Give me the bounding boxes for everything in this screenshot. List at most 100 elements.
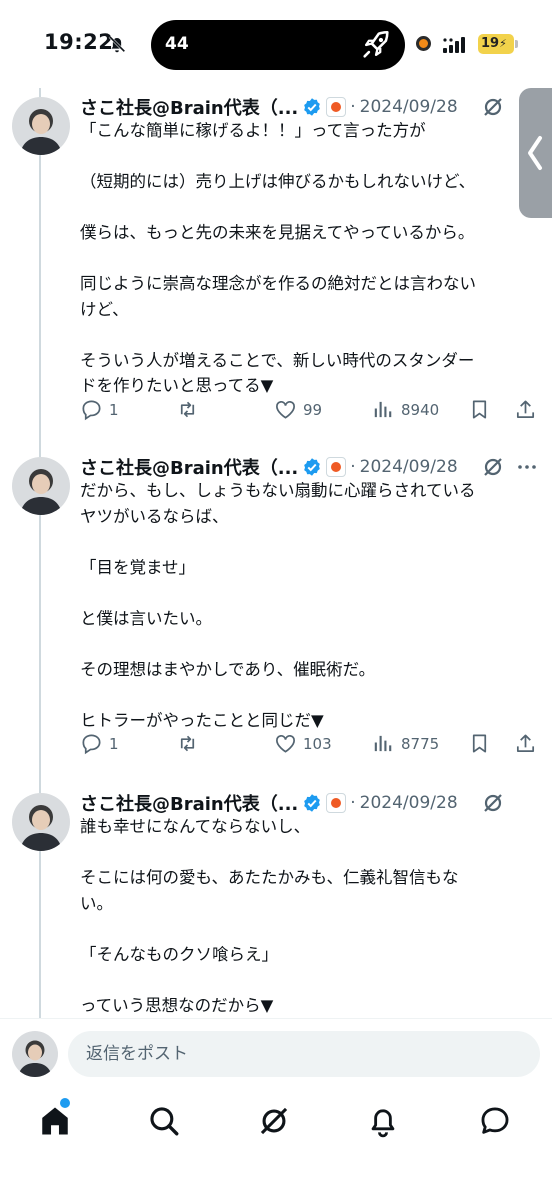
tweet-line: 「こんな簡単に稼げるよ！！」って言った方が [80,121,426,140]
grok-icon [260,1107,288,1135]
my-avatar[interactable] [12,1031,58,1077]
signal-icon [443,37,465,53]
reply-icon [82,734,101,755]
reply-count: 1 [109,734,119,753]
line-gap [80,322,530,348]
charging-bolt: ⚡ [499,37,507,50]
tweet-line: 「そんなものクソ喰らえ」 [80,944,278,964]
tweet-line: と僕は言いたい。 [80,608,212,628]
tweet-line: だから、もし、しょうもない扇動に心躍らされている [80,481,476,500]
grok-icon[interactable] [481,95,505,119]
more-options-icon[interactable] [515,455,539,479]
battery-icon: 19⚡ [478,34,518,54]
bookmark-icon [472,734,487,753]
line-gap [80,967,530,993]
like-button[interactable]: 99 [274,398,322,421]
reply-input[interactable]: 返信をポスト [68,1031,540,1077]
view-count: 8775 [401,734,440,753]
tweet-line: そういう人が増えることで、新しい時代のスタンダー [80,350,475,370]
nav-search[interactable] [147,1104,181,1138]
views-icon [374,735,392,752]
reply-button[interactable]: 1 [80,732,119,755]
verified-badge-icon [304,458,321,476]
tweet-actions: 1 99 8940 [80,398,540,428]
retweet-button[interactable] [176,732,205,755]
nav-notifications[interactable] [366,1104,400,1138]
tweet-line: っていう思想なのだから▼ [80,995,274,1015]
share-button[interactable] [514,732,537,755]
thread-line [39,88,41,1020]
status-bar: 19:22 44 19⚡ [0,0,552,88]
share-icon [516,400,535,419]
island-counter: 44 [165,34,189,54]
tweet-line: ヤツがいるならば、 [80,506,229,526]
retweet-button[interactable] [176,398,205,421]
view-count: 8940 [401,400,440,419]
grok-icon[interactable] [481,791,505,815]
separator-dot: · [350,457,356,477]
avatar[interactable] [12,793,70,851]
tweet-line: い。 [80,893,113,913]
verified-badge-icon [304,98,321,116]
tweet-line: そこには何の愛も、あたたかみも、仁義礼智信もな [80,868,459,887]
author-name[interactable]: さこ社長@Brain代表（... [80,94,298,120]
line-gap [80,195,530,221]
like-count: 99 [303,400,323,419]
separator-dot: · [350,97,356,117]
dynamic-island[interactable]: 44 [151,20,405,70]
bookmark-button[interactable] [468,398,491,421]
bell-off-icon [108,35,126,53]
tweet-line: 同じように崇高な理念がを作るの絶対だとは言わない [80,274,476,293]
tweet-actions: 1 103 8775 [80,732,540,762]
rocket-icon [363,30,389,58]
tweet-line: ドを作りたいと思ってる▼ [80,376,274,395]
separator-dot: · [350,793,356,813]
reply-bar: 返信をポスト [0,1018,552,1088]
tweet-line: その理想はまやかしであり、催眠術だ。 [80,659,376,679]
retweet-icon [180,401,195,418]
views-icon [374,401,392,418]
tweet-line: 「目を覚ませ」 [80,557,196,577]
notifications-icon [371,1109,395,1138]
recording-indicator [416,36,431,51]
bookmark-button[interactable] [468,732,491,755]
share-button[interactable] [514,398,537,421]
nav-grok[interactable] [257,1104,291,1138]
line-gap [80,682,530,708]
tweet-date[interactable]: 2024/09/28 [360,97,458,117]
tweet-date[interactable]: 2024/09/28 [360,793,458,813]
tweet-line: （短期的には）売り上げは伸びるかもしれないけど、 [80,172,476,191]
heart-icon [276,400,295,419]
views-button[interactable]: 8775 [372,732,439,755]
affiliation-badge-icon [326,97,347,117]
nav-messages[interactable] [478,1104,512,1138]
share-icon [516,734,535,753]
retweet-icon [180,735,195,752]
tweet-text: だから、もし、しょうもない扇動に心躍らされている ヤツがいるならば、 「目を覚ませ」… [80,478,530,733]
like-count: 103 [303,734,332,753]
tweet-date[interactable]: 2024/09/28 [360,457,458,477]
verified-badge-icon [304,794,321,812]
avatar[interactable] [12,457,70,515]
line-gap [80,144,530,170]
grok-icon[interactable] [481,455,505,479]
views-button[interactable]: 8940 [372,398,439,421]
tweet-text: 誰も幸せになんてならないし、 そこには何の愛も、あたたかみも、仁義礼智信もな い。「… [80,814,530,1018]
reply-icon [82,400,101,421]
reply-count: 1 [109,400,119,419]
line-gap [80,916,530,942]
tweet-line: 僕らは、もっと先の未来を見据えてやっているから。 [80,223,475,242]
affiliation-badge-icon [326,793,347,813]
line-gap [80,631,530,657]
battery-level: 19 [481,36,500,51]
author-name[interactable]: さこ社長@Brain代表（... [80,790,298,816]
bookmark-icon [472,400,487,419]
nav-home[interactable] [38,1104,72,1138]
tweet-text: 「こんな簡単に稼げるよ！！」って言った方が （短期的には）売り上げは伸びるかもしれ… [80,118,530,399]
reply-button[interactable]: 1 [80,398,119,421]
like-button[interactable]: 103 [274,732,332,755]
author-name[interactable]: さこ社長@Brain代表（... [80,454,298,480]
avatar[interactable] [12,97,70,155]
tweet-line: けど、 [80,299,129,319]
line-gap [80,246,530,272]
